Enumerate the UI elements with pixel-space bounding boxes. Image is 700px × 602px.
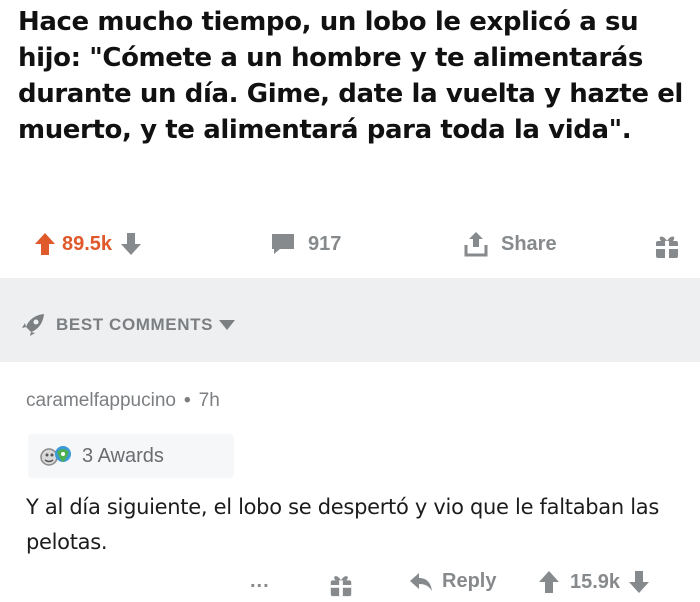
post-action-bar: 89.5k 917 Share: [0, 218, 700, 274]
sort-label: BEST COMMENTS: [56, 315, 214, 334]
upvote-icon[interactable]: [538, 570, 560, 594]
comment-vote-group: 15.9k: [538, 570, 650, 594]
award-icon: [38, 442, 74, 470]
reply-label: Reply: [442, 570, 497, 592]
awards-label: 3 Awards: [82, 444, 164, 467]
downvote-icon[interactable]: [120, 232, 142, 256]
gift-icon[interactable]: [328, 572, 354, 598]
reply-button[interactable]: Reply: [400, 570, 496, 593]
comment-count: 917: [308, 232, 342, 255]
more-options-button[interactable]: ...: [250, 570, 270, 593]
upvote-icon[interactable]: [34, 232, 56, 256]
post-vote-group: 89.5k: [34, 232, 142, 256]
reply-icon: [408, 571, 434, 593]
comment-meta: caramelfappucino • 7h: [26, 390, 220, 412]
share-icon: [463, 230, 489, 258]
share-button[interactable]: Share: [463, 230, 557, 258]
post-upvote-count: 89.5k: [62, 232, 113, 255]
comment-author[interactable]: caramelfappucino: [26, 390, 176, 412]
comment-actions: ... Reply 15.9k: [0, 568, 700, 602]
meme-caption: Hace mucho tiempo, un lobo le explicó a …: [18, 7, 683, 145]
comment: caramelfappucino • 7h 3 Awards Y al día …: [0, 362, 700, 602]
gift-icon[interactable]: [653, 232, 681, 260]
comments-sort-band: BEST COMMENTS: [0, 278, 700, 362]
comment-age: 7h: [198, 390, 220, 411]
comment-score: 15.9k: [570, 570, 621, 593]
awards-badge[interactable]: 3 Awards: [28, 434, 234, 478]
comment-body: Y al día siguiente, el lobo se despertó …: [26, 495, 659, 554]
downvote-icon[interactable]: [628, 570, 650, 594]
meta-separator: •: [183, 390, 191, 411]
chevron-down-icon: [219, 320, 236, 330]
rocket-icon: [20, 312, 46, 338]
comments-button[interactable]: 917: [270, 232, 341, 256]
share-label: Share: [501, 232, 557, 255]
comment-icon: [270, 232, 296, 256]
sort-dropdown[interactable]: BEST COMMENTS: [20, 312, 236, 338]
